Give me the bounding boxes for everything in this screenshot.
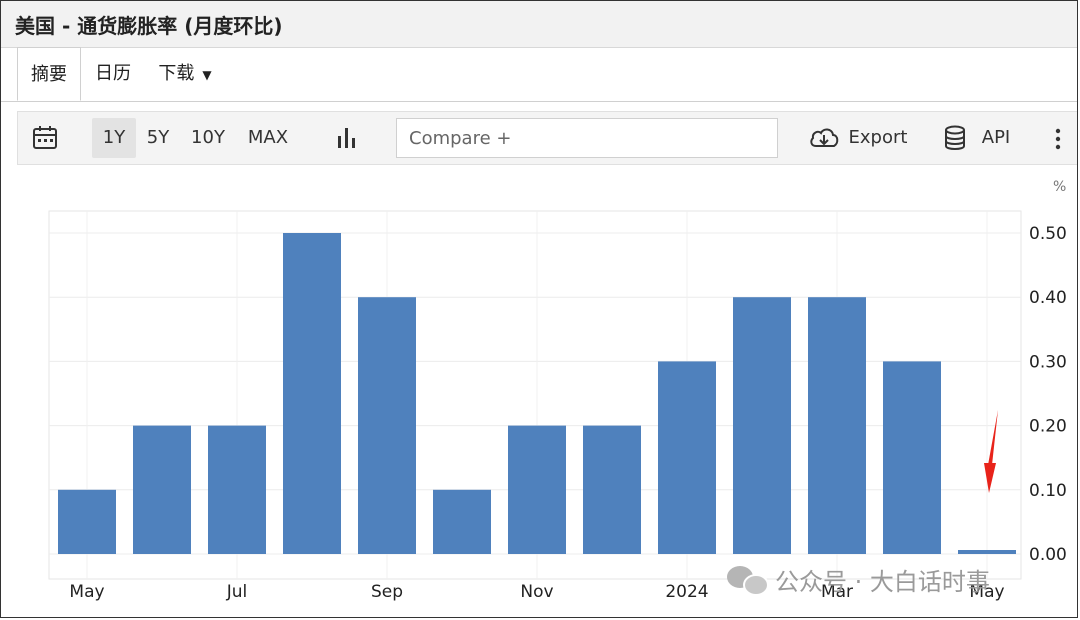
compare-input[interactable] (397, 119, 777, 157)
chart-area: 0.50 0.40 0.30 0.20 0.10 0.00 May Jul Sep Nov 202… (1, 165, 1077, 617)
bar[interactable] (958, 550, 1016, 554)
more-vertical-icon[interactable] (1054, 128, 1062, 154)
tab-download-label: 下载 (158, 63, 195, 84)
x-tick-label: Nov (520, 582, 553, 602)
tab-calendar-label: 日历 (95, 63, 131, 84)
title-bar: 美国 - 通货膨胀率 (月度环比) (1, 1, 1077, 48)
x-tick-label: 2024 (665, 582, 708, 602)
bar[interactable] (658, 361, 716, 554)
y-tick-label: 0.30 (1029, 352, 1067, 372)
tab-download[interactable]: 下载 ▼ (149, 47, 221, 101)
bar[interactable] (358, 297, 416, 554)
database-icon[interactable] (944, 125, 966, 155)
tab-bar: 摘要 日历 下载 ▼ (1, 47, 1077, 102)
bar[interactable] (283, 233, 341, 554)
bar[interactable] (133, 425, 191, 554)
x-tick-label: May (69, 582, 104, 602)
wechat-logo-icon (727, 564, 769, 596)
tab-summary-label: 摘要 (31, 64, 67, 85)
y-tick-label: 0.00 (1029, 545, 1067, 565)
y-tick-label: 0.10 (1029, 481, 1067, 501)
bar[interactable] (433, 489, 491, 554)
bar[interactable] (583, 425, 641, 554)
bar-chart-icon[interactable] (336, 126, 358, 154)
range-5y-button[interactable]: 5Y (140, 112, 176, 164)
calendar-icon[interactable] (32, 125, 58, 155)
annotation-layer (984, 410, 998, 493)
x-tick-label: Jul (226, 582, 248, 602)
page-title: 美国 - 通货膨胀率 (月度环比) (15, 14, 283, 38)
x-tick-label: Sep (371, 582, 403, 602)
range-max-button[interactable]: MAX (240, 112, 296, 164)
y-tick-label: 0.20 (1029, 417, 1067, 437)
tab-calendar[interactable]: 日历 (89, 47, 137, 101)
tab-summary[interactable]: 摘要 (17, 47, 81, 101)
caret-down-icon: ▼ (202, 68, 212, 82)
bar[interactable] (508, 425, 566, 554)
bar[interactable] (883, 361, 941, 554)
bar-chart: 0.50 0.40 0.30 0.20 0.10 0.00 May Jul Sep Nov 202… (48, 179, 1067, 602)
export-button[interactable]: Export (846, 112, 910, 164)
y-tick-label: 0.40 (1029, 288, 1067, 308)
y-tick-layer: 0.50 0.40 0.30 0.20 0.10 0.00 (1029, 224, 1067, 565)
api-button[interactable]: API (976, 112, 1016, 164)
watermark-text: 公众号 · 大白话时事 (775, 567, 990, 596)
bar[interactable] (208, 425, 266, 554)
range-10y-button[interactable]: 10Y (184, 112, 232, 164)
bar[interactable] (58, 489, 116, 554)
bar[interactable] (733, 297, 791, 554)
app-frame: 美国 - 通货膨胀率 (月度环比) 摘要 日历 下载 ▼ 1Y 5Y 10Y M… (0, 0, 1078, 618)
range-1y-button[interactable]: 1Y (92, 118, 136, 158)
compare-field[interactable] (396, 118, 778, 158)
watermark: 公众号 · 大白话时事 (727, 559, 990, 599)
chart-toolbar: 1Y 5Y 10Y MAX Export (17, 111, 1077, 165)
y-tick-label: 0.50 (1029, 224, 1067, 244)
cloud-download-icon[interactable] (808, 124, 840, 156)
y-axis-unit: % (1053, 179, 1066, 195)
arrow-shaft (988, 410, 998, 465)
arrow-head (984, 463, 996, 493)
bar[interactable] (808, 297, 866, 554)
